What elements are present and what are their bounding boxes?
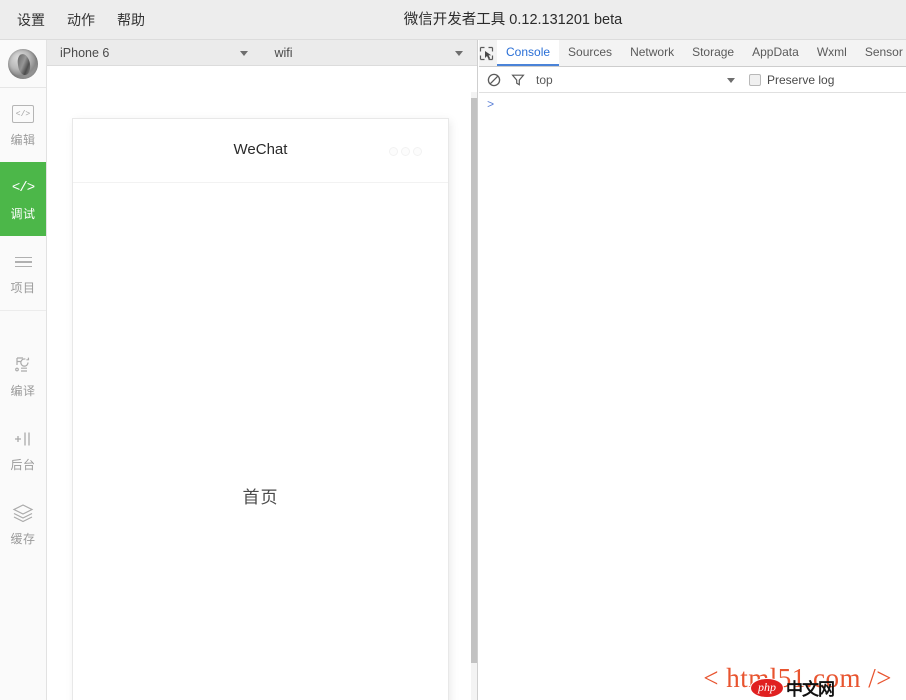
chevron-down-icon[interactable] bbox=[727, 78, 735, 83]
inspect-element-icon[interactable] bbox=[479, 40, 494, 66]
sidebar-item-project[interactable]: 项目 bbox=[0, 236, 46, 310]
console-toolbar: top Preserve log bbox=[479, 67, 906, 93]
network-select[interactable]: wifi bbox=[262, 40, 478, 65]
menu-item-help[interactable]: 帮助 bbox=[108, 1, 154, 39]
clear-console-icon[interactable] bbox=[482, 68, 506, 92]
left-sidebar: </> 编辑 </> 调试 项目 bbox=[0, 40, 47, 700]
three-circles-icon[interactable] bbox=[389, 147, 422, 156]
devtools-panel: Console Sources Network Storage AppData … bbox=[479, 40, 906, 700]
chevron-down-icon bbox=[240, 51, 248, 56]
sidebar-item-compile[interactable]: 编译 bbox=[0, 339, 46, 413]
tab-sensor[interactable]: Sensor bbox=[856, 40, 906, 66]
sidebar-item-edit[interactable]: </> 编辑 bbox=[0, 88, 46, 162]
preserve-log-checkbox[interactable] bbox=[749, 74, 761, 86]
phone-nav-bar: WeChat bbox=[73, 119, 448, 183]
console-output-area[interactable]: > bbox=[479, 93, 906, 700]
code-box-icon: </> bbox=[12, 102, 34, 126]
filter-funnel-icon[interactable] bbox=[506, 68, 530, 92]
console-context-value[interactable]: top bbox=[536, 73, 553, 87]
network-select-value: wifi bbox=[275, 46, 293, 60]
layers-stack-icon bbox=[11, 501, 35, 525]
device-select-value: iPhone 6 bbox=[60, 46, 109, 60]
page-title: 首页 bbox=[73, 483, 448, 508]
sidebar-group-primary: </> 编辑 </> 调试 项目 bbox=[0, 88, 46, 311]
background-switch-icon bbox=[11, 427, 35, 451]
phone-frame: WeChat 首页 bbox=[73, 119, 448, 700]
device-select[interactable]: iPhone 6 bbox=[47, 40, 262, 65]
simulator-stage: WeChat 首页 bbox=[47, 66, 477, 700]
sidebar-item-debug[interactable]: </> 调试 bbox=[0, 162, 46, 236]
sidebar-item-cache[interactable]: 缓存 bbox=[0, 487, 46, 561]
menu-item-actions[interactable]: 动作 bbox=[58, 1, 104, 39]
tab-storage[interactable]: Storage bbox=[683, 40, 743, 66]
simulator-toolbar: iPhone 6 wifi bbox=[47, 40, 477, 66]
list-lines-icon bbox=[15, 250, 32, 274]
simulator-scrollbar[interactable] bbox=[471, 92, 477, 700]
menu-item-settings[interactable]: 设置 bbox=[8, 1, 54, 39]
sidebar-item-compile-label: 编译 bbox=[10, 382, 35, 399]
build-refresh-icon bbox=[12, 353, 34, 377]
sidebar-item-project-label: 项目 bbox=[10, 279, 35, 296]
simulator-panel: iPhone 6 wifi WeChat 首页 bbox=[47, 40, 478, 700]
devtools-tab-bar: Console Sources Network Storage AppData … bbox=[479, 40, 906, 67]
tab-appdata[interactable]: AppData bbox=[743, 40, 808, 66]
code-brackets-icon: </> bbox=[12, 176, 34, 200]
sidebar-group-secondary: 编译 后台 缓存 bbox=[0, 311, 46, 561]
sidebar-item-edit-label: 编辑 bbox=[10, 131, 35, 148]
console-prompt-row[interactable]: > bbox=[479, 93, 906, 112]
chevron-down-icon bbox=[455, 51, 463, 56]
console-prompt-arrow: > bbox=[487, 98, 494, 112]
tab-console[interactable]: Console bbox=[497, 40, 559, 66]
phone-body: 首页 bbox=[73, 183, 448, 700]
tab-wxml[interactable]: Wxml bbox=[808, 40, 856, 66]
console-input[interactable] bbox=[494, 98, 906, 112]
menu-bar: 设置 动作 帮助 微信开发者工具 0.12.131201 beta bbox=[0, 0, 906, 40]
sidebar-item-cache-label: 缓存 bbox=[10, 530, 35, 547]
tab-network[interactable]: Network bbox=[621, 40, 683, 66]
sidebar-item-background-label: 后台 bbox=[10, 456, 35, 473]
avatar[interactable] bbox=[8, 49, 38, 79]
sidebar-item-debug-label: 调试 bbox=[10, 205, 35, 222]
preserve-log-label: Preserve log bbox=[767, 73, 834, 87]
avatar-container[interactable] bbox=[0, 40, 46, 88]
sidebar-item-background[interactable]: 后台 bbox=[0, 413, 46, 487]
tab-sources[interactable]: Sources bbox=[559, 40, 621, 66]
preserve-log-toggle[interactable]: Preserve log bbox=[749, 73, 834, 87]
